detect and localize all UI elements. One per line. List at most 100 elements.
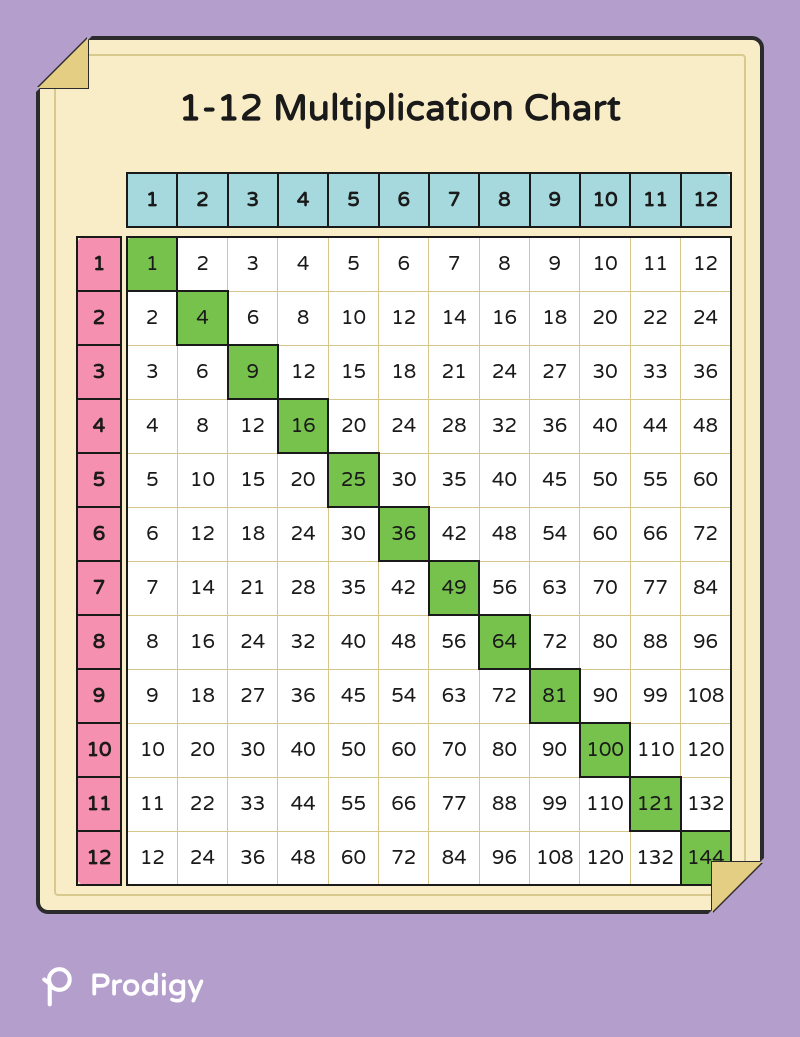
table-cell: 42: [379, 561, 429, 615]
table-cell: 66: [379, 777, 429, 831]
table-cell: 36: [530, 399, 580, 453]
table-cell: 35: [328, 561, 378, 615]
table-cell: 8: [177, 399, 227, 453]
table-cell: 6: [379, 237, 429, 291]
table-cell: 30: [328, 507, 378, 561]
table-cell: 35: [429, 453, 479, 507]
table-cell: 32: [479, 399, 529, 453]
table-cell: 96: [479, 831, 529, 885]
table-cell: 4: [278, 237, 328, 291]
table-cell: 84: [681, 561, 731, 615]
table-cell: 21: [429, 345, 479, 399]
table-cell: 18: [530, 291, 580, 345]
table-cell: 36: [379, 507, 429, 561]
row-header: 11: [77, 777, 121, 831]
table-cell: 3: [228, 237, 278, 291]
column-header: 1: [127, 173, 177, 227]
multiplication-chart: 1234567891011121123456789101112224681012…: [76, 172, 732, 886]
row-header: 3: [77, 345, 121, 399]
brand: Prodigy: [36, 963, 204, 1007]
table-cell: 45: [530, 453, 580, 507]
table-cell: 12: [228, 399, 278, 453]
table-cell: 42: [429, 507, 479, 561]
page-fold-bottom-right-flap: [712, 862, 762, 912]
table-cell: 9: [228, 345, 278, 399]
table-cell: 9: [530, 237, 580, 291]
table-cell: 24: [177, 831, 227, 885]
table-cell: 63: [429, 669, 479, 723]
table-cell: 5: [127, 453, 177, 507]
table-cell: 6: [228, 291, 278, 345]
table-cell: 1: [127, 237, 177, 291]
table-cell: 132: [681, 777, 731, 831]
table-cell: 49: [429, 561, 479, 615]
table-cell: 15: [228, 453, 278, 507]
table-cell: 30: [228, 723, 278, 777]
table-cell: 72: [681, 507, 731, 561]
table-cell: 12: [177, 507, 227, 561]
row-header: 5: [77, 453, 121, 507]
table-cell: 24: [681, 291, 731, 345]
table-cell: 120: [580, 831, 630, 885]
table-cell: 6: [127, 507, 177, 561]
table-cell: 40: [278, 723, 328, 777]
table-cell: 16: [177, 615, 227, 669]
table-cell: 6: [177, 345, 227, 399]
table-cell: 10: [127, 723, 177, 777]
table-cell: 18: [379, 345, 429, 399]
row-header: 8: [77, 615, 121, 669]
table-cell: 20: [177, 723, 227, 777]
table-cell: 7: [127, 561, 177, 615]
table-cell: 24: [228, 615, 278, 669]
table-cell: 132: [630, 831, 680, 885]
table-cell: 70: [429, 723, 479, 777]
table-cell: 12: [127, 831, 177, 885]
table-cell: 24: [278, 507, 328, 561]
table-cell: 77: [630, 561, 680, 615]
table-cell: 14: [429, 291, 479, 345]
table-cell: 121: [630, 777, 680, 831]
row-header: 7: [77, 561, 121, 615]
table-cell: 24: [379, 399, 429, 453]
table-cell: 36: [681, 345, 731, 399]
table-cell: 15: [328, 345, 378, 399]
table-cell: 28: [278, 561, 328, 615]
table-cell: 21: [228, 561, 278, 615]
table-cell: 22: [177, 777, 227, 831]
table-cell: 72: [530, 615, 580, 669]
table-cell: 90: [580, 669, 630, 723]
column-header: 4: [278, 173, 328, 227]
column-header: 6: [379, 173, 429, 227]
table-cell: 88: [630, 615, 680, 669]
table-cell: 48: [479, 507, 529, 561]
table-cell: 10: [580, 237, 630, 291]
table-cell: 64: [479, 615, 529, 669]
brand-name: Prodigy: [90, 967, 204, 1004]
column-header: 12: [681, 173, 731, 227]
row-header: 10: [77, 723, 121, 777]
column-header: 3: [228, 173, 278, 227]
table-cell: 24: [479, 345, 529, 399]
table-cell: 77: [429, 777, 479, 831]
table-cell: 45: [328, 669, 378, 723]
row-header: 4: [77, 399, 121, 453]
table-cell: 20: [580, 291, 630, 345]
table-cell: 108: [530, 831, 580, 885]
table-cell: 84: [429, 831, 479, 885]
page-fold-top-left-flap: [38, 38, 88, 88]
table-cell: 25: [328, 453, 378, 507]
worksheet-paper: 1-12 Multiplication Chart 12345678910111…: [36, 36, 764, 914]
table-cell: 81: [530, 669, 580, 723]
table-cell: 54: [379, 669, 429, 723]
table-cell: 60: [328, 831, 378, 885]
table-cell: 70: [580, 561, 630, 615]
table-cell: 56: [479, 561, 529, 615]
table-cell: 40: [580, 399, 630, 453]
table-cell: 2: [127, 291, 177, 345]
table-cell: 10: [177, 453, 227, 507]
multiplication-table: 1234567891011121123456789101112224681012…: [76, 172, 732, 886]
table-cell: 28: [429, 399, 479, 453]
table-cell: 3: [127, 345, 177, 399]
table-cell: 36: [228, 831, 278, 885]
table-cell: 8: [479, 237, 529, 291]
